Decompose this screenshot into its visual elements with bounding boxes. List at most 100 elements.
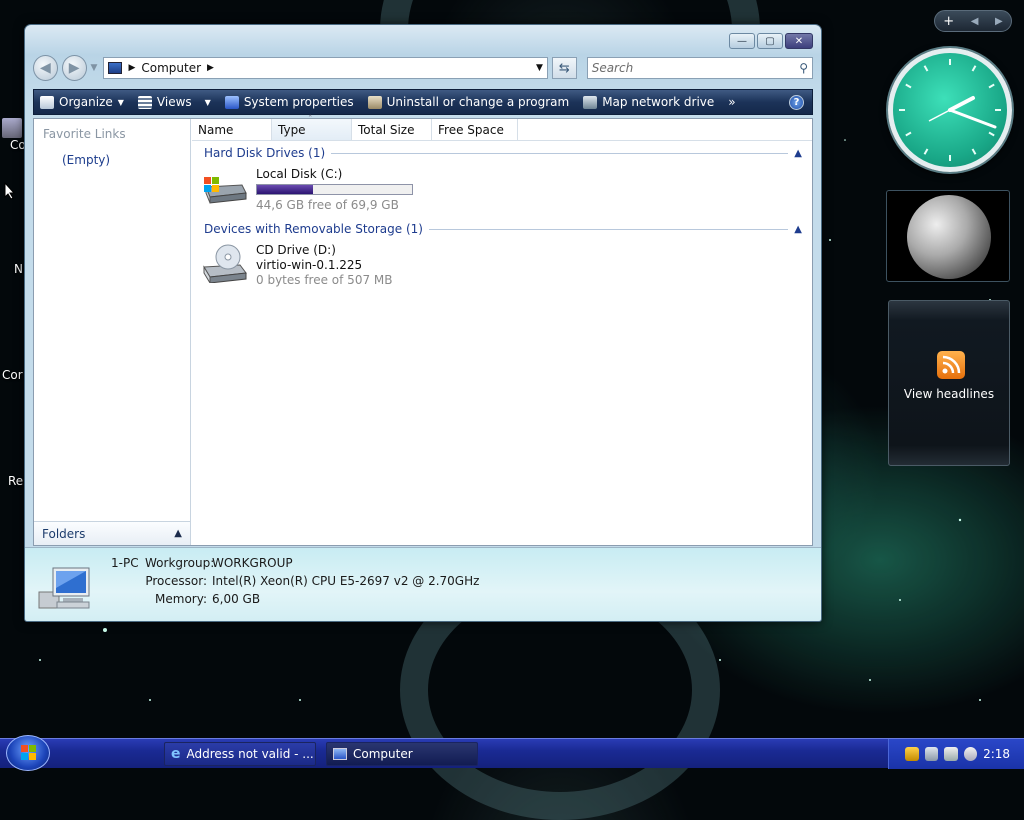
arrow-right-icon: ▶ [68,60,80,76]
views-button[interactable]: Views ▼ [137,95,211,109]
taskbar: e Address not valid - ... Computer 2:18 [0,735,1024,771]
chevron-down-icon: ▼ [117,97,124,107]
drive-name: CD Drive (D:) [256,243,336,257]
address-bar[interactable]: ▶ Computer ▶ ▼ [103,57,548,79]
drive-free-space: 0 bytes free of 507 MB [256,273,393,287]
back-button[interactable]: ◀ [33,55,58,81]
group-header-hard-disk-drives[interactable]: Hard Disk Drives (1) ▲ [204,145,802,161]
address-dropdown-icon[interactable]: ▼ [536,63,543,73]
view-headlines-link[interactable]: View headlines [889,387,1009,401]
workgroup-value: WORKGROUP [212,556,293,570]
chevron-up-icon[interactable]: ▲ [794,224,802,235]
help-button[interactable]: ? [789,95,804,110]
group-title: Hard Disk Drives (1) [204,146,326,160]
start-button[interactable] [6,735,50,771]
organize-label: Organize [59,95,113,109]
map-network-drive-button[interactable]: Map network drive [583,95,714,109]
mouse-cursor-icon [4,182,16,200]
group-header-removable-storage[interactable]: Devices with Removable Storage (1) ▲ [204,221,802,237]
help-icon: ? [793,97,800,108]
computer-icon [2,118,22,138]
caption-buttons: — ▢ ✕ [729,33,813,49]
more-commands-button[interactable]: » [728,95,735,109]
column-header-row: Name ˆ Type Total Size Free Space [192,115,812,141]
breadcrumb-separator-icon[interactable]: ▶ [128,63,135,73]
forward-button[interactable]: ▶ [61,55,87,81]
minimize-button[interactable]: — [729,33,755,49]
drive-usage-fill [257,185,314,194]
drive-free-space: 44,6 GB free of 69,9 GB [256,198,399,212]
breadcrumb-chevron-icon[interactable]: ▶ [207,63,214,73]
chevron-up-icon: ▲ [174,528,182,539]
column-header-total-size[interactable]: Total Size [352,119,432,140]
sort-ascending-icon: ˆ [308,115,313,125]
organize-button[interactable]: Organize ▼ [40,95,124,109]
clock-time[interactable]: 2:18 [983,747,1010,761]
navigation-pane: Favorite Links (Empty) Folders ▲ [34,119,191,545]
rss-feed-icon [937,351,965,379]
processor-value: Intel(R) Xeon(R) CPU E5-2697 v2 @ 2.70GH… [212,574,480,588]
column-header-name[interactable]: Name [192,119,272,140]
computer-icon [333,748,347,760]
refresh-icon: ⇆ [558,60,570,76]
network-disconnected-icon[interactable] [944,747,958,761]
navigation-bar: ◀ ▶ ▼ ▶ Computer ▶ ▼ ⇆ Search ⚲ [33,55,813,81]
chevron-up-icon[interactable]: ▲ [794,148,802,159]
details-pane: 1-PC Workgroup: WORKGROUP Processor: Int… [25,547,821,621]
next-gadget-icon[interactable]: ▶ [995,16,1003,27]
more-chevron-icon: » [728,95,736,109]
system-properties-button[interactable]: System properties [224,95,354,109]
drive-name: Local Disk (C:) [256,167,343,181]
system-properties-icon [224,95,239,109]
drive-cd-d[interactable]: CD Drive (D:) virtio-win-0.1.225 0 bytes… [202,243,392,288]
drive-local-disk-c[interactable]: Local Disk (C:) 44,6 GB free of 69,9 GB [202,167,413,213]
views-icon [137,95,152,109]
programs-icon [367,95,382,109]
cd-drive-icon [203,244,247,283]
network-drive-icon [583,95,598,109]
clock-gadget[interactable] [888,48,1012,172]
refresh-button[interactable]: ⇆ [551,57,577,79]
display-icon[interactable] [924,747,939,761]
clock-hour-hand [948,96,975,112]
taskbar-item-browser[interactable]: e Address not valid - ... [164,742,316,766]
column-header-type[interactable]: ˆ Type [272,115,352,140]
breadcrumb-computer[interactable]: Computer [141,61,201,75]
search-icon[interactable]: ⚲ [799,61,808,75]
taskbar-item-label: Address not valid - ... [186,747,314,761]
volume-muted-icon[interactable] [963,747,978,761]
slide-show-gadget[interactable] [886,190,1010,282]
column-header-free-space[interactable]: Free Space [432,119,518,140]
computer-icon [38,567,90,609]
favorite-links-empty: (Empty) [62,153,111,167]
security-shield-icon[interactable] [905,747,919,761]
slideshow-image [907,195,991,279]
add-gadget-icon[interactable]: + [943,14,954,29]
drive-volume-label: virtio-win-0.1.225 [256,258,363,272]
explorer-window: — ▢ ✕ ◀ ▶ ▼ ▶ Computer ▶ ▼ ⇆ Search ⚲ Or… [24,24,822,622]
drive-usage-bar [256,184,413,195]
clock-second-hand [928,109,951,122]
system-tray: 2:18 [888,739,1024,769]
hard-drive-icon [204,177,247,204]
memory-label: Memory: [155,592,207,606]
internet-explorer-icon: e [171,746,181,762]
uninstall-program-button[interactable]: Uninstall or change a program [367,95,569,109]
command-bar: Organize ▼ Views ▼ System properties Uni… [33,89,813,115]
system-properties-label: System properties [243,95,354,109]
recent-pages-dropdown[interactable]: ▼ [91,63,98,73]
map-drive-label: Map network drive [602,95,715,109]
folders-toggle[interactable]: Folders ▲ [34,521,190,545]
search-input[interactable]: Search ⚲ [586,57,813,79]
maximize-button[interactable]: ▢ [757,33,783,49]
clock-minute-hand [948,108,997,129]
taskbar-item-computer[interactable]: Computer [326,742,478,766]
feed-headlines-gadget[interactable]: View headlines [888,300,1010,466]
previous-gadget-icon[interactable]: ◀ [971,16,979,27]
folders-label: Folders [42,526,86,541]
processor-label: Processor: [145,574,207,588]
sidebar-controls: + ◀ ▶ [934,10,1012,32]
clock-face [899,59,1001,161]
close-button[interactable]: ✕ [785,33,813,49]
content-area: Favorite Links (Empty) Folders ▲ Name ˆ … [33,115,813,546]
